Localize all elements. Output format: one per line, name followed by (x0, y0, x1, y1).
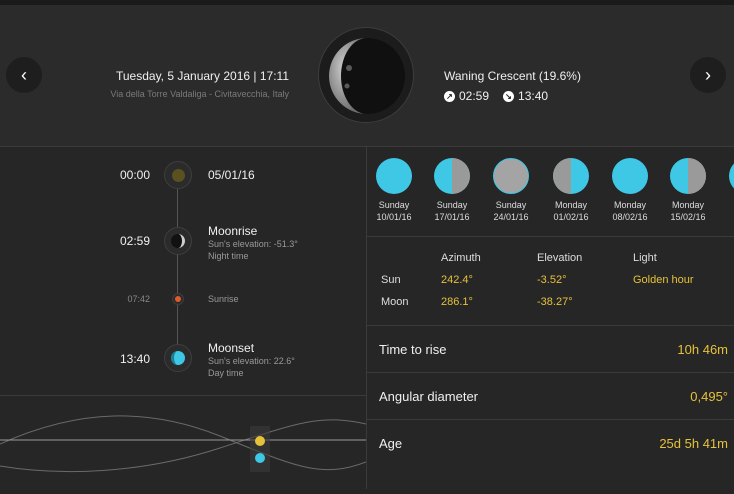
phase-day: Monday (671, 200, 705, 210)
event-title: Sunrise (208, 294, 239, 304)
moon-phase-icon (729, 158, 734, 194)
phase-calendar[interactable]: Sunday 10/01/16 Sunday 17/01/16 Sunday 2… (367, 146, 734, 236)
moonset-icon: ↘ (503, 90, 515, 102)
event-time: 02:59 (119, 234, 150, 248)
moon-azimuth: 286.1° (441, 296, 473, 308)
phase-day: Sunday (436, 200, 468, 210)
rise-set-row: ↗ 02:59 ↘ 13:40 (444, 89, 548, 103)
timeline-line (177, 175, 178, 360)
full-moon-icon (493, 158, 529, 194)
info-label: Time to rise (379, 342, 447, 357)
info-row-time-to-rise: Time to rise 10h 46m (367, 325, 734, 372)
phase-date: 10/01/16 (376, 212, 412, 222)
azimuth-header: Azimuth (441, 252, 481, 264)
moon-position-dot (255, 453, 265, 463)
rise-time: 02:59 (459, 89, 490, 103)
phase-day: Monday (554, 200, 588, 210)
moon-elevation: -38.27° (537, 296, 573, 308)
info-value: 0,495° (690, 389, 728, 404)
phase-date: 01/02/16 (553, 212, 589, 222)
event-title: Moonrise (208, 224, 258, 238)
info-row-age: Age 25d 5h 41m (367, 419, 734, 490)
chevron-right-icon[interactable]: › (690, 57, 726, 93)
position-table: Azimuth Elevation Light Sun 242.4° -3.52… (367, 237, 734, 325)
phase-day: Monday (613, 200, 647, 210)
sun-elevation: -3.52° (537, 274, 567, 286)
event-sub: Sun's elevation: -51.3° (208, 239, 298, 249)
sunrise-node (172, 293, 184, 305)
phase-calendar-item[interactable]: Monday 01/02/16 (541, 158, 601, 222)
event-sub: Day time (208, 368, 244, 378)
moon-curve (0, 419, 367, 473)
event-time: 13:40 (119, 352, 150, 366)
first-quarter-icon (434, 158, 470, 194)
phase-calendar-item[interactable]: Sunday 17/01/16 (422, 158, 482, 222)
set-time: 13:40 (518, 89, 549, 103)
current-time-marker (250, 426, 270, 472)
moonrise-node (164, 227, 192, 255)
info-label: Age (379, 436, 403, 451)
event-sub: Night time (208, 251, 249, 261)
sun-azimuth: 242.4° (441, 274, 473, 286)
moonrise-icon: ↗ (444, 90, 455, 102)
info-row-angular-diameter: Angular diameter 0,495° (367, 372, 734, 419)
event-time: 00:00 (119, 168, 150, 182)
phase-date: 17/01/16 (434, 212, 470, 222)
new-moon-icon (612, 158, 648, 194)
chevron-left-icon[interactable]: ‹ (6, 57, 42, 93)
first-quarter-icon (670, 158, 706, 194)
phase-date: 15/02/16 (670, 212, 706, 222)
new-moon-icon (376, 158, 412, 194)
phase-calendar-item[interactable]: Sunday 10/01/16 (367, 158, 424, 222)
sunrise-icon (175, 296, 181, 302)
sun-curve (0, 415, 367, 471)
event-time: 07:42 (127, 294, 150, 304)
sun-light: Golden hour (633, 274, 694, 286)
phase-date: 08/02/16 (612, 212, 648, 222)
moon-day-icon (171, 351, 185, 365)
elevation-chart[interactable] (0, 396, 367, 489)
moon-crescent-icon (171, 234, 185, 248)
phase-date: 24/01/16 (493, 212, 529, 222)
moon-phase-image (318, 27, 414, 123)
moon-label: Moon (381, 296, 409, 308)
phase-calendar-item[interactable]: Monday 15/02/16 (658, 158, 718, 222)
phase-day: Sunday (378, 200, 410, 210)
phase-calendar-item[interactable]: Sunday 24/01/16 (481, 158, 541, 222)
phase-label: Waning Crescent (19.6%) (444, 69, 581, 83)
location: Via della Torre Valdaliga - Civitavecchi… (110, 89, 289, 99)
info-value: 10h 46m (677, 342, 728, 357)
elevation-header: Elevation (537, 252, 583, 264)
event-title: Moonset (208, 341, 255, 355)
info-value: 25d 5h 41m (659, 436, 728, 451)
header: ‹ Tuesday, 5 January 2016 | 17:11 Via de… (0, 5, 734, 146)
phase-calendar-item[interactable]: Monday 08/02/16 (600, 158, 660, 222)
date-time: Tuesday, 5 January 2016 | 17:11 (115, 69, 289, 83)
phase-calendar-item-partial[interactable] (717, 158, 734, 194)
day-start-node (164, 161, 192, 189)
event-sub: Sun's elevation: 22.6° (208, 356, 295, 366)
event-date: 05/01/16 (208, 168, 255, 182)
light-header: Light (633, 252, 657, 264)
moonset-node (164, 344, 192, 372)
sun-dim-icon (172, 169, 185, 182)
sun-position-dot (255, 436, 265, 446)
last-quarter-icon (553, 158, 589, 194)
phase-day: Sunday (495, 200, 527, 210)
sun-label: Sun (381, 274, 401, 286)
info-label: Angular diameter (379, 389, 478, 404)
